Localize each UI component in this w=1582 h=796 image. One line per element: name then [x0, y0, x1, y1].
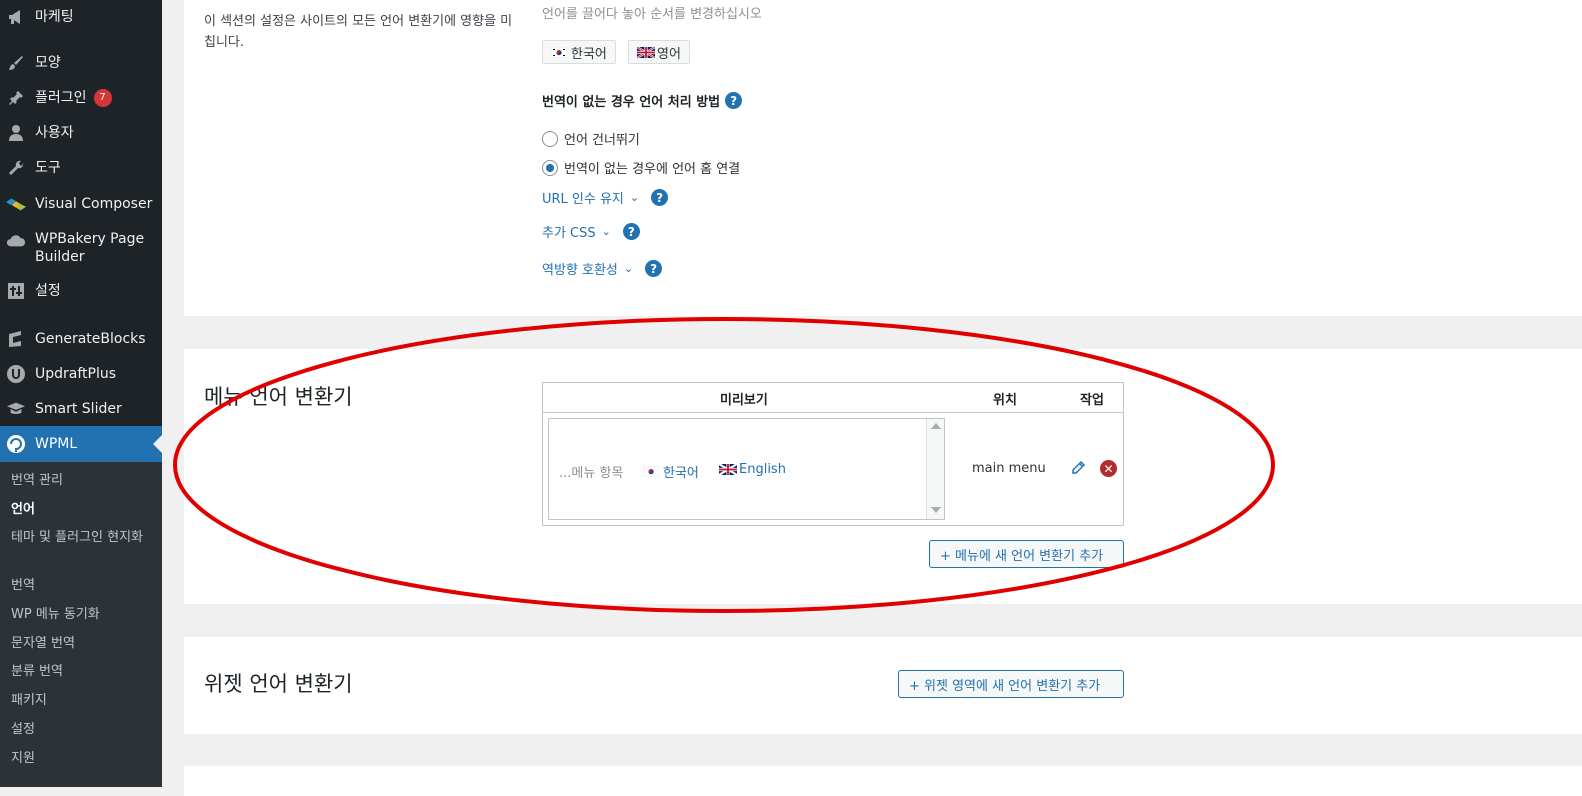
chevron-down-icon: ⌄ — [601, 225, 611, 238]
submenu-item-taxonomy-translation[interactable]: 분류 번역 — [11, 663, 151, 681]
submenu-item-languages[interactable]: 언어 — [11, 501, 151, 519]
update-count-badge: 7 — [93, 89, 112, 107]
toggle-additional-css[interactable]: 추가 CSS ⌄ ? — [542, 222, 640, 241]
sidebar-item-tools[interactable]: 도구 — [0, 158, 162, 178]
sidebar-item-label: WPML — [35, 436, 78, 452]
sidebar-item-label: 도구 — [35, 160, 61, 176]
sidebar-item-label: GenerateBlocks — [35, 331, 146, 347]
red-ellipse-annotation — [173, 317, 1275, 613]
missing-translation-label: 번역이 없는 경우 언어 처리 방법 — [542, 95, 721, 110]
help-icon[interactable]: ? — [725, 92, 743, 109]
wrench-icon — [6, 158, 26, 178]
updraftplus-icon — [6, 364, 26, 384]
help-icon[interactable]: ? — [645, 260, 663, 277]
sidebar-item-updraftplus[interactable]: UpdraftPlus — [0, 364, 162, 384]
language-switcher-options-panel: 이 섹션의 설정은 사이트의 모든 언어 변환기에 영향을 미칩니다. 언어를 … — [184, 0, 1582, 316]
toggle-label: 추가 CSS — [542, 226, 596, 241]
radio-button-checked[interactable] — [542, 159, 558, 176]
submenu-item-string-translation[interactable]: 문자열 번역 — [11, 635, 151, 653]
wpml-submenu: 번역 관리 언어 테마 및 플러그인 현지화 번역 WP 메뉴 동기화 문자열 … — [0, 462, 162, 787]
add-widget-switcher-button[interactable]: + 위젯 영역에 새 언어 변환기 추가 — [898, 670, 1124, 698]
sidebar-item-settings[interactable]: 설정 — [0, 281, 162, 301]
sidebar-item-label: UpdraftPlus — [35, 366, 117, 382]
submenu-item-wp-menu-sync[interactable]: WP 메뉴 동기화 — [11, 606, 151, 624]
sidebar-item-label: 모양 — [35, 55, 61, 71]
language-order-chip-korean[interactable]: 한국어 — [542, 40, 616, 64]
chevron-down-icon: ⌄ — [629, 191, 640, 204]
chevron-down-icon: ⌄ — [623, 262, 634, 275]
missing-translation-heading: 번역이 없는 경우 언어 처리 방법 ? — [542, 91, 743, 110]
visual-composer-icon — [6, 194, 26, 214]
widget-switcher-title: 위젯 언어 변환기 — [204, 672, 353, 696]
language-chip-label: 한국어 — [571, 46, 607, 62]
order-hint: 언어를 끌어다 놓아 순서를 변경하십시오 — [542, 7, 762, 22]
sidebar-item-smart-slider[interactable]: Smart Slider — [0, 399, 162, 419]
paintbrush-icon — [6, 53, 26, 73]
toggle-url-args[interactable]: URL 인수 유지 ⌄ ? — [542, 188, 669, 207]
sidebar-item-wpbakery[interactable]: WPBakery Page Builder — [0, 230, 162, 268]
radio-label: 언어 건너뛰기 — [564, 133, 640, 148]
sidebar-item-visual-composer[interactable]: Visual Composer — [0, 194, 162, 214]
sidebar-item-users[interactable]: 사용자 — [0, 123, 162, 143]
settings-sliders-icon — [6, 281, 26, 301]
toggle-backwards-compat[interactable]: 역방향 호환성 ⌄ ? — [542, 259, 663, 278]
sidebar-item-generateblocks[interactable]: GenerateBlocks — [0, 329, 162, 349]
sidebar-item-appearance[interactable]: 모양 — [0, 53, 162, 73]
radio-link-to-home[interactable]: 번역이 없는 경우에 언어 홈 연결 — [542, 158, 740, 177]
sidebar-item-label: WPBakery Page Builder — [35, 231, 145, 265]
toggle-label: 역방향 호환성 — [542, 263, 618, 278]
toggle-label: URL 인수 유지 — [542, 192, 624, 207]
submenu-item-support[interactable]: 지원 — [11, 750, 151, 768]
sidebar-item-plugins[interactable]: 플러그인 7 — [0, 88, 162, 108]
language-order-chip-english[interactable]: 영어 — [628, 40, 690, 64]
sidebar-item-label: Visual Composer — [35, 196, 153, 212]
help-icon[interactable]: ? — [622, 223, 640, 240]
submenu-item-settings[interactable]: 설정 — [11, 721, 151, 739]
language-chip-label: 영어 — [657, 46, 681, 62]
wpml-icon — [6, 434, 26, 454]
admin-sidebar: 마케팅 모양 플러그인 7 사용자 도구 Visual Composer WPB… — [0, 0, 162, 787]
gb-flag-icon — [636, 45, 656, 59]
submenu-item-translations[interactable]: 번역 — [11, 577, 151, 595]
cloud-icon — [6, 230, 26, 250]
sidebar-item-label: 설정 — [35, 283, 61, 299]
submenu-item-translation-management[interactable]: 번역 관리 — [11, 472, 151, 490]
radio-button[interactable] — [542, 130, 558, 147]
current-menu-arrow — [153, 435, 162, 453]
submenu-item-packages[interactable]: 패키지 — [11, 692, 151, 710]
radio-skip-language[interactable]: 언어 건너뛰기 — [542, 129, 640, 148]
graduation-cap-icon — [6, 399, 26, 419]
user-icon — [6, 123, 26, 143]
radio-label: 번역이 없는 경우에 언어 홈 연결 — [564, 162, 741, 177]
section-description: 이 섹션의 설정은 사이트의 모든 언어 변환기에 영향을 미칩니다. — [204, 14, 513, 50]
sidebar-item-label: 플러그인 — [35, 90, 87, 106]
kr-flag-icon — [550, 46, 568, 58]
widget-switcher-panel: 위젯 언어 변환기 + 위젯 영역에 새 언어 변환기 추가 — [184, 637, 1582, 734]
sidebar-item-label: 마케팅 — [35, 9, 74, 25]
sidebar-item-wpml[interactable]: WPML — [0, 426, 162, 462]
next-panel — [184, 766, 1582, 796]
sidebar-item-label: 사용자 — [35, 125, 74, 141]
plugin-icon — [6, 88, 26, 108]
submenu-item-theme-plugin-localization[interactable]: 테마 및 플러그인 현지화 — [11, 529, 151, 547]
sidebar-item-label: Smart Slider — [35, 401, 122, 417]
generateblocks-icon — [6, 329, 26, 349]
megaphone-icon — [6, 7, 26, 27]
sidebar-item-marketing[interactable]: 마케팅 — [0, 7, 162, 27]
help-icon[interactable]: ? — [651, 189, 669, 206]
